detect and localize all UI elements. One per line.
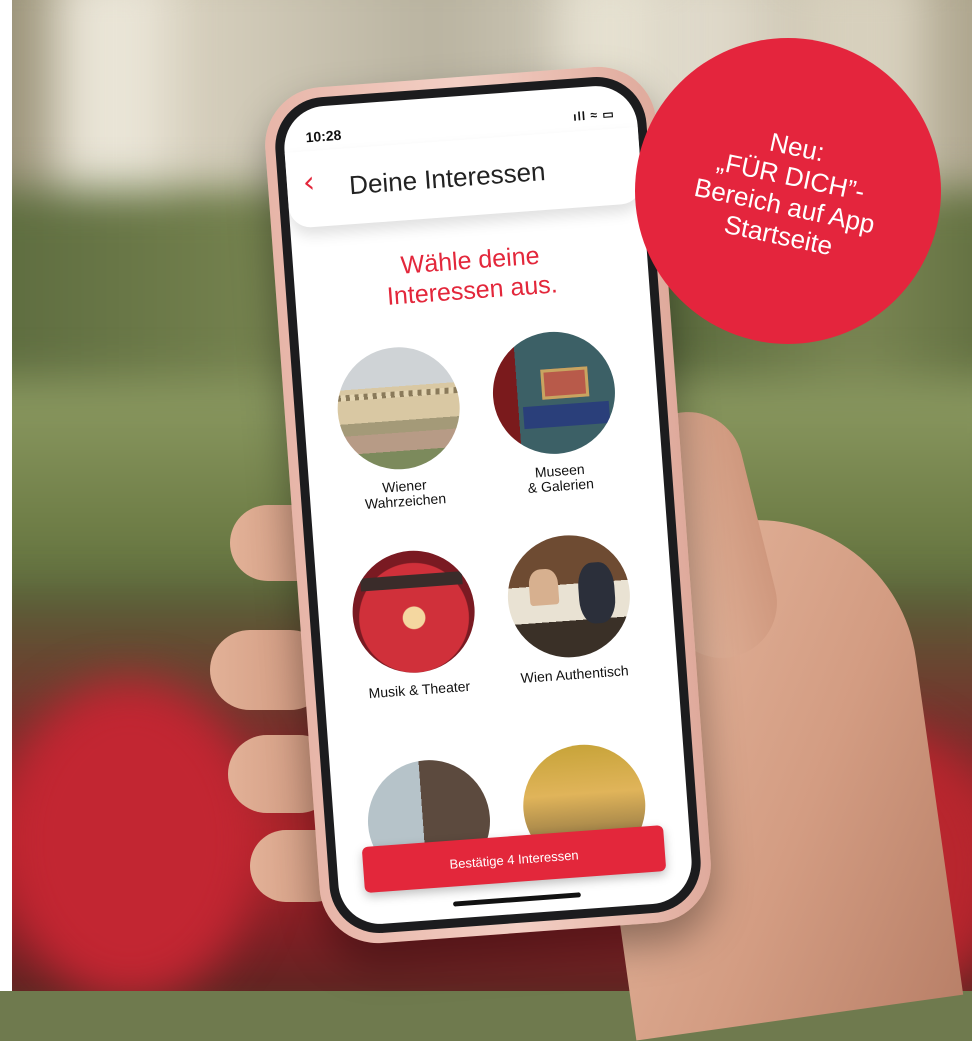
interest-tile-museen-galerien[interactable]: Museen & Galerien — [485, 327, 627, 498]
interest-label: Museen & Galerien — [527, 460, 595, 497]
page-title: Deine Interessen — [348, 155, 547, 201]
phone-screen: 10:28 ıll ≈ ▭ ‹ Deine Interessen Wähle d… — [281, 83, 695, 927]
interest-image-palace — [333, 342, 464, 474]
interests-prompt: Wähle deine Interessen aus. — [292, 233, 649, 319]
interest-label: Wiener Wahrzeichen — [364, 476, 447, 512]
interest-tile-musik-theater[interactable]: Musik & Theater — [344, 546, 484, 702]
interest-image-museum — [488, 327, 620, 459]
promo-text: Neu: „FÜR DICH”- Bereich auf App Startse… — [686, 113, 891, 269]
home-indicator[interactable] — [452, 892, 581, 907]
interest-image-cafe — [503, 531, 635, 662]
chevron-left-icon[interactable]: ‹ — [302, 165, 317, 201]
status-time: 10:28 — [304, 126, 342, 146]
interest-image-theater — [348, 546, 479, 678]
status-icons: ıll ≈ ▭ — [572, 106, 616, 124]
interest-tile-wien-authentisch[interactable]: Wien Authentisch — [500, 531, 640, 687]
promo-badge: Neu: „FÜR DICH”- Bereich auf App Startse… — [635, 38, 941, 344]
interest-label: Musik & Theater — [368, 677, 471, 702]
interest-label: Wien Authentisch — [520, 662, 630, 687]
interest-tile-wiener-wahrzeichen[interactable]: Wiener Wahrzeichen — [329, 342, 471, 514]
left-edge — [0, 0, 12, 991]
